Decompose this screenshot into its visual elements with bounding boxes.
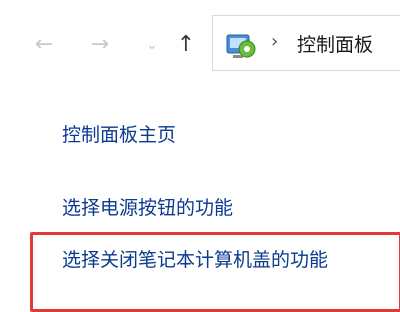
address-bar[interactable]: › 控制面板 <box>212 15 400 71</box>
highlight-annotation-box <box>30 232 400 312</box>
breadcrumb-separator-icon[interactable]: › <box>271 31 278 52</box>
control-panel-icon <box>226 34 256 58</box>
recent-locations-chevron-icon[interactable]: ⌄ <box>140 30 164 60</box>
power-button-settings-link[interactable]: 选择电源按钮的功能 <box>62 193 233 220</box>
forward-arrow-icon[interactable]: → <box>84 30 116 60</box>
breadcrumb-control-panel[interactable]: 控制面板 <box>297 30 373 57</box>
navigation-toolbar: ← → ⌄ ↑ › 控制面板 <box>0 0 400 88</box>
control-panel-home-link[interactable]: 控制面板主页 <box>62 120 176 147</box>
back-arrow-icon[interactable]: ← <box>28 30 60 60</box>
up-arrow-icon[interactable]: ↑ <box>170 30 202 60</box>
